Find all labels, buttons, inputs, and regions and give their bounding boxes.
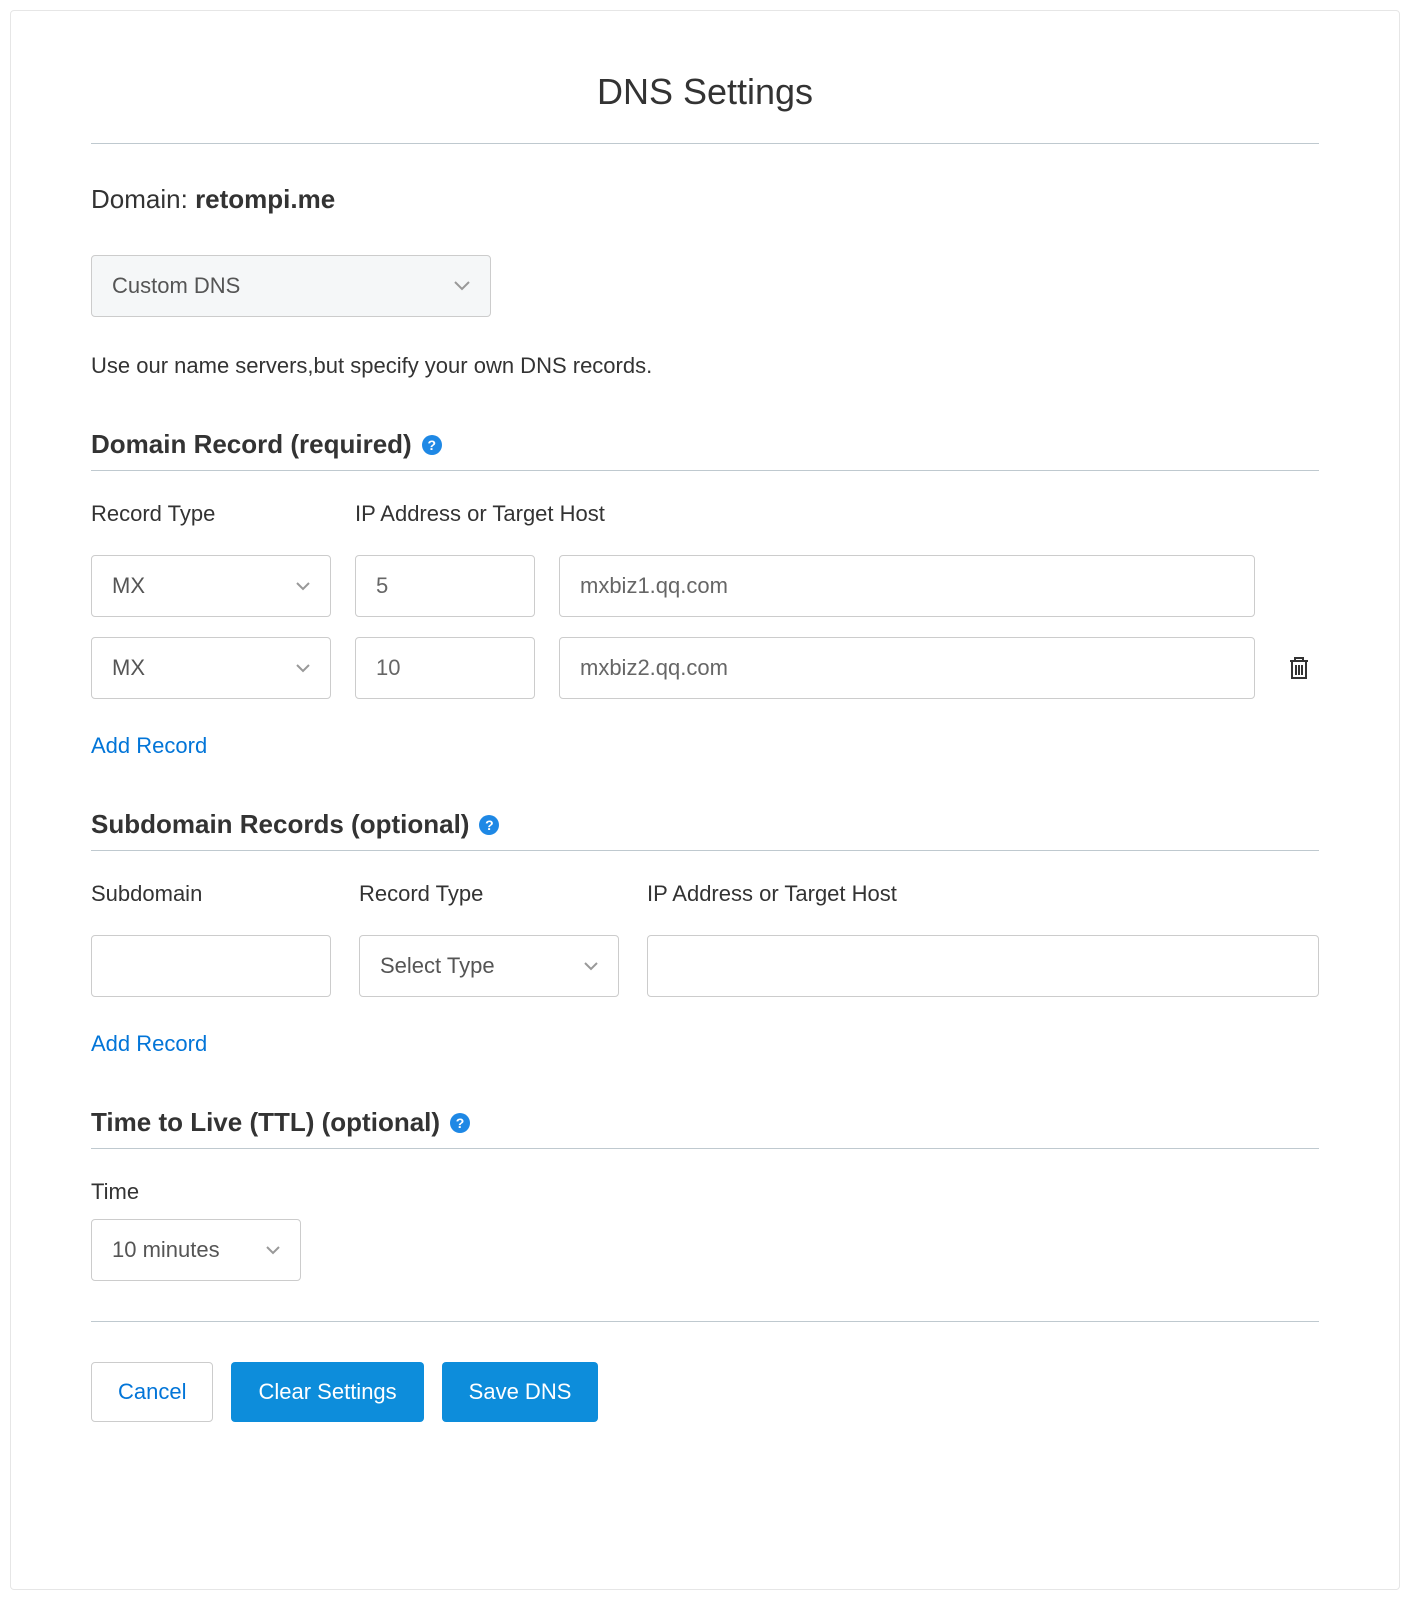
col-target-label: IP Address or Target Host [355,501,1255,527]
domain-record-row: MX [91,637,1319,699]
trash-icon [1287,655,1311,681]
subdomain-heading-text: Subdomain Records (optional) [91,809,469,840]
ttl-time-label: Time [91,1179,1319,1205]
domain-record-heading-text: Domain Record (required) [91,429,412,460]
subdomain-row: Select Type [91,935,1319,997]
ttl-select[interactable]: 10 minutes [91,1219,301,1281]
domain-line: Domain: retompi.me [91,184,1319,215]
ttl-divider [91,1148,1319,1149]
subdomain-heading: Subdomain Records (optional) ? [91,809,1319,840]
ttl-heading: Time to Live (TTL) (optional) ? [91,1107,1319,1138]
domain-record-header: Record Type IP Address or Target Host [91,501,1319,541]
subdomain-input[interactable] [91,935,331,997]
help-icon[interactable]: ? [450,1113,470,1133]
record-priority-input[interactable] [355,637,535,699]
subdomain-type-select[interactable]: Select Type [359,935,619,997]
save-dns-button[interactable]: Save DNS [442,1362,599,1422]
dns-mode-help-text: Use our name servers,but specify your ow… [91,353,1319,379]
add-domain-record-link[interactable]: Add Record [91,733,207,759]
chevron-down-icon [584,962,598,971]
domain-label: Domain: [91,184,188,214]
record-type-select[interactable]: MX [91,555,331,617]
delete-record-button[interactable] [1279,655,1319,681]
domain-name: retompi.me [195,184,335,214]
button-row: Cancel Clear Settings Save DNS [91,1362,1319,1422]
dns-settings-panel: DNS Settings Domain: retompi.me Custom D… [10,10,1400,1590]
page-title: DNS Settings [91,71,1319,113]
subdomain-header: Subdomain Record Type IP Address or Targ… [91,881,1319,921]
chevron-down-icon [296,582,310,591]
record-type-select[interactable]: MX [91,637,331,699]
subdomain-divider [91,850,1319,851]
chevron-down-icon [454,281,470,291]
col-subdomain-target-label: IP Address or Target Host [647,881,1319,907]
col-record-type-label: Record Type [91,501,331,527]
subdomain-target-input[interactable] [647,935,1319,997]
help-icon[interactable]: ? [422,435,442,455]
footer-divider [91,1321,1319,1322]
domain-record-row: MX [91,555,1319,617]
record-priority-input[interactable] [355,555,535,617]
chevron-down-icon [266,1246,280,1255]
dns-mode-selected: Custom DNS [112,273,240,299]
add-subdomain-record-link[interactable]: Add Record [91,1031,207,1057]
help-icon[interactable]: ? [479,815,499,835]
col-subdomain-type-label: Record Type [359,881,619,907]
clear-settings-button[interactable]: Clear Settings [231,1362,423,1422]
record-type-value: MX [112,573,145,599]
cancel-button[interactable]: Cancel [91,1362,213,1422]
ttl-heading-text: Time to Live (TTL) (optional) [91,1107,440,1138]
record-target-input[interactable] [559,555,1255,617]
record-type-value: MX [112,655,145,681]
ttl-value: 10 minutes [112,1237,220,1263]
dns-mode-select[interactable]: Custom DNS [91,255,491,317]
subdomain-type-placeholder: Select Type [380,953,495,979]
domain-record-heading: Domain Record (required) ? [91,429,1319,460]
chevron-down-icon [296,664,310,673]
domain-record-divider [91,470,1319,471]
col-subdomain-label: Subdomain [91,881,331,907]
title-divider [91,143,1319,144]
record-target-input[interactable] [559,637,1255,699]
